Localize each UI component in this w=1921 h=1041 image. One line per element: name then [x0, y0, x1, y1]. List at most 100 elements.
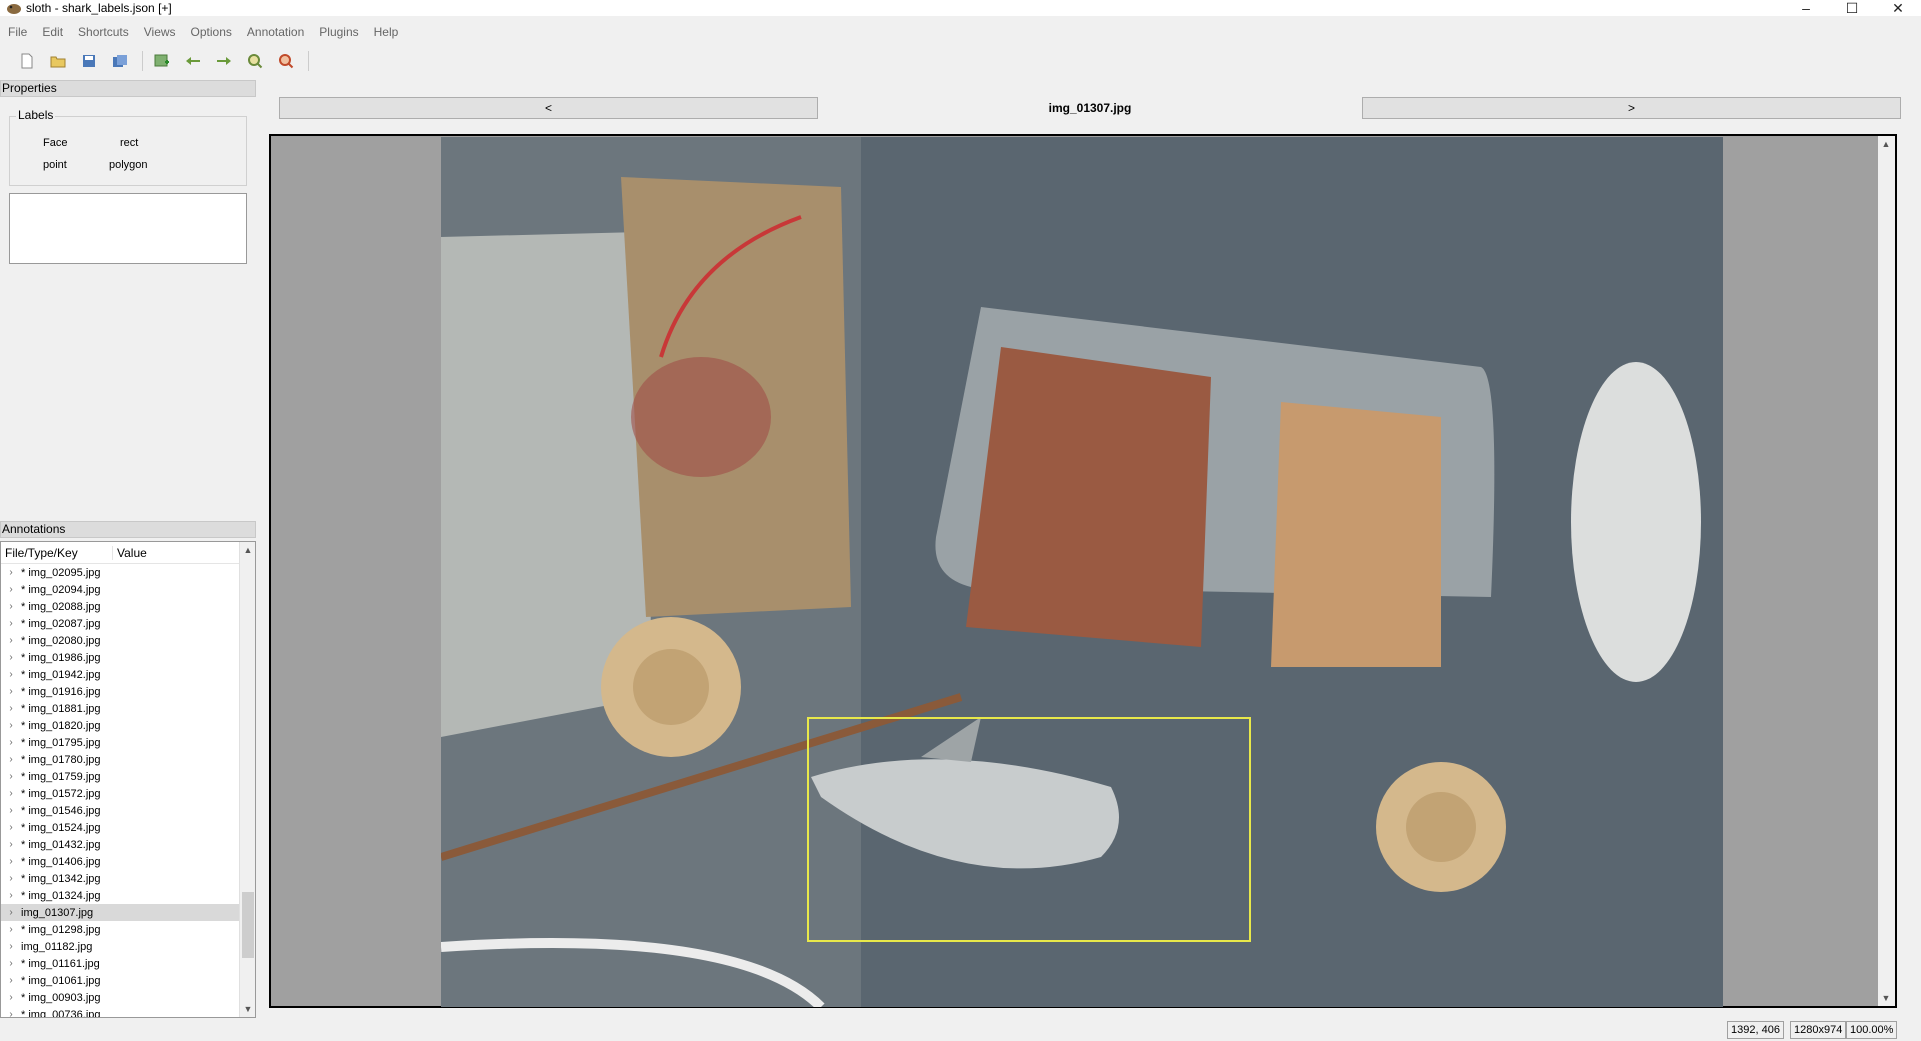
- expand-chevron-icon[interactable]: ›: [1, 669, 21, 680]
- tree-row[interactable]: › * img_00903.jpg: [1, 989, 255, 1006]
- expand-chevron-icon[interactable]: ›: [1, 584, 21, 595]
- expand-chevron-icon[interactable]: ›: [1, 635, 21, 646]
- expand-chevron-icon[interactable]: ›: [1, 890, 21, 901]
- viewer-scroll-up-icon[interactable]: ▲: [1878, 136, 1894, 152]
- expand-chevron-icon[interactable]: ›: [1, 839, 21, 850]
- tree-row[interactable]: › * img_02094.jpg: [1, 581, 255, 598]
- tree-row[interactable]: › * img_01780.jpg: [1, 751, 255, 768]
- tree-row[interactable]: › * img_01759.jpg: [1, 768, 255, 785]
- maximize-button[interactable]: ☐: [1829, 0, 1875, 16]
- tree-row-filename: * img_01942.jpg: [21, 668, 101, 681]
- tree-row[interactable]: › * img_01342.jpg: [1, 870, 255, 887]
- scroll-up-icon[interactable]: ▲: [240, 542, 255, 558]
- tree-row[interactable]: › * img_01161.jpg: [1, 955, 255, 972]
- tree-row[interactable]: › * img_01795.jpg: [1, 734, 255, 751]
- expand-chevron-icon[interactable]: ›: [1, 975, 21, 986]
- expand-chevron-icon[interactable]: ›: [1, 1009, 21, 1017]
- expand-chevron-icon[interactable]: ›: [1, 822, 21, 833]
- properties-dock-title[interactable]: Properties: [0, 80, 256, 97]
- expand-chevron-icon[interactable]: ›: [1, 652, 21, 663]
- tree-row[interactable]: › * img_01524.jpg: [1, 819, 255, 836]
- tree-row[interactable]: › * img_01881.jpg: [1, 700, 255, 717]
- tree-scroll-thumb[interactable]: [242, 892, 254, 958]
- expand-chevron-icon[interactable]: ›: [1, 992, 21, 1003]
- label-face-button[interactable]: Face: [43, 137, 67, 149]
- tree-row[interactable]: › * img_01298.jpg: [1, 921, 255, 938]
- new-file-button[interactable]: [14, 50, 40, 72]
- status-coords: 1392, 406: [1727, 1021, 1784, 1039]
- minimize-button[interactable]: –: [1783, 0, 1829, 16]
- menu-views[interactable]: Views: [144, 25, 176, 39]
- expand-chevron-icon[interactable]: ›: [1, 720, 21, 731]
- expand-chevron-icon[interactable]: ›: [1, 856, 21, 867]
- expand-chevron-icon[interactable]: ›: [1, 686, 21, 697]
- expand-chevron-icon[interactable]: ›: [1, 805, 21, 816]
- label-polygon-button[interactable]: polygon: [109, 159, 148, 171]
- close-button[interactable]: ✕: [1875, 0, 1921, 16]
- tree-row[interactable]: › * img_02095.jpg: [1, 564, 255, 581]
- scroll-down-icon[interactable]: ▼: [240, 1001, 255, 1017]
- tree-row[interactable]: › * img_01406.jpg: [1, 853, 255, 870]
- tree-row[interactable]: › * img_01432.jpg: [1, 836, 255, 853]
- expand-chevron-icon[interactable]: ›: [1, 924, 21, 935]
- maximize-icon: ☐: [1845, 0, 1859, 16]
- menu-shortcuts[interactable]: Shortcuts: [78, 25, 129, 39]
- tree-row[interactable]: › * img_00736.jpg: [1, 1006, 255, 1018]
- tree-row[interactable]: › * img_01942.jpg: [1, 666, 255, 683]
- expand-chevron-icon[interactable]: ›: [1, 618, 21, 629]
- next-image-nav-button[interactable]: >: [1362, 97, 1901, 119]
- tree-row[interactable]: › img_01182.jpg: [1, 938, 255, 955]
- tree-row[interactable]: › img_01307.jpg: [1, 904, 255, 921]
- annotations-dock-title[interactable]: Annotations: [0, 521, 256, 538]
- tree-row[interactable]: › * img_01061.jpg: [1, 972, 255, 989]
- open-button[interactable]: [45, 50, 71, 72]
- tree-row-filename: * img_01298.jpg: [21, 923, 101, 936]
- tree-row[interactable]: › * img_01546.jpg: [1, 802, 255, 819]
- expand-chevron-icon[interactable]: ›: [1, 754, 21, 765]
- save-as-button[interactable]: [107, 50, 133, 72]
- expand-chevron-icon[interactable]: ›: [1, 771, 21, 782]
- menu-help[interactable]: Help: [374, 25, 399, 39]
- viewer-scroll-down-icon[interactable]: ▼: [1878, 990, 1894, 1006]
- expand-chevron-icon[interactable]: ›: [1, 567, 21, 578]
- menu-file[interactable]: File: [8, 25, 27, 39]
- column-header-value[interactable]: Value: [113, 546, 147, 560]
- tree-row[interactable]: › * img_02088.jpg: [1, 598, 255, 615]
- next-image-button[interactable]: [211, 50, 237, 72]
- add-image-button[interactable]: [149, 50, 175, 72]
- zoom-out-button[interactable]: [273, 50, 299, 72]
- tree-row[interactable]: › * img_01820.jpg: [1, 717, 255, 734]
- tree-row[interactable]: › * img_01986.jpg: [1, 649, 255, 666]
- image-viewer[interactable]: ▲ ▼: [269, 134, 1897, 1008]
- tree-row[interactable]: › * img_02080.jpg: [1, 632, 255, 649]
- tree-row[interactable]: › * img_01916.jpg: [1, 683, 255, 700]
- viewer-scrollbar[interactable]: ▲ ▼: [1878, 136, 1895, 1006]
- previous-image-nav-button[interactable]: <: [279, 97, 818, 119]
- expand-chevron-icon[interactable]: ›: [1, 907, 21, 918]
- label-point-button[interactable]: point: [43, 159, 67, 171]
- menu-edit[interactable]: Edit: [42, 25, 63, 39]
- photo-canvas[interactable]: [441, 137, 1723, 1007]
- expand-chevron-icon[interactable]: ›: [1, 873, 21, 884]
- tree-row-filename: * img_01324.jpg: [21, 889, 101, 902]
- label-rect-button[interactable]: rect: [120, 137, 138, 149]
- save-button[interactable]: [76, 50, 102, 72]
- tree-row[interactable]: › * img_01572.jpg: [1, 785, 255, 802]
- menu-annotation[interactable]: Annotation: [247, 25, 304, 39]
- tree-row[interactable]: › * img_02087.jpg: [1, 615, 255, 632]
- properties-editor-area[interactable]: [9, 193, 247, 264]
- expand-chevron-icon[interactable]: ›: [1, 601, 21, 612]
- column-header-file[interactable]: File/Type/Key: [1, 545, 113, 560]
- expand-chevron-icon[interactable]: ›: [1, 737, 21, 748]
- expand-chevron-icon[interactable]: ›: [1, 958, 21, 969]
- zoom-in-button[interactable]: [242, 50, 268, 72]
- tree-row[interactable]: › * img_01324.jpg: [1, 887, 255, 904]
- expand-chevron-icon[interactable]: ›: [1, 788, 21, 799]
- expand-chevron-icon[interactable]: ›: [1, 941, 21, 952]
- menu-options[interactable]: Options: [191, 25, 232, 39]
- expand-chevron-icon[interactable]: ›: [1, 703, 21, 714]
- annotations-tree[interactable]: File/Type/Key Value › * img_02095.jpg › * i…: [0, 541, 256, 1018]
- menu-plugins[interactable]: Plugins: [319, 25, 358, 39]
- tree-scrollbar[interactable]: ▲ ▼: [239, 542, 255, 1017]
- previous-image-button[interactable]: [180, 50, 206, 72]
